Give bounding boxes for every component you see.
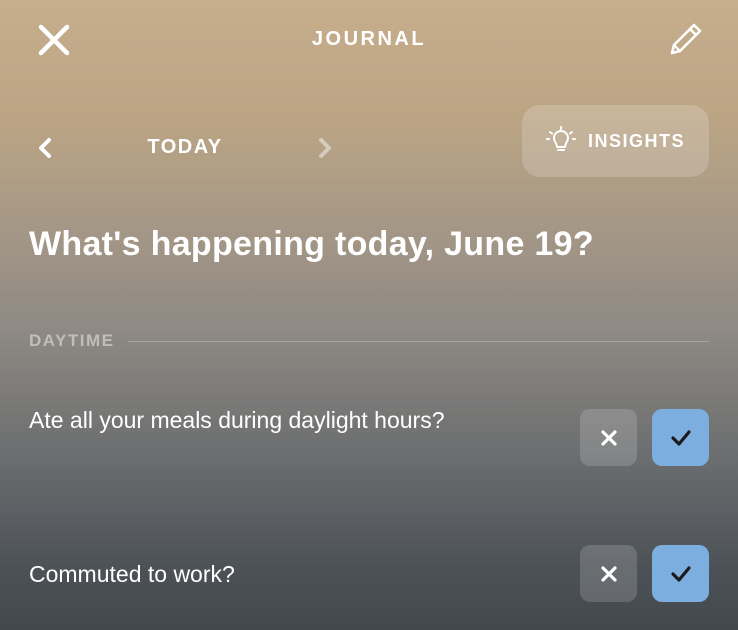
- app-header: JOURNAL: [0, 0, 738, 80]
- edit-button[interactable]: [666, 19, 706, 59]
- question-row: Commuted to work?: [29, 545, 709, 602]
- answer-no-button[interactable]: [580, 545, 637, 602]
- answer-yes-button[interactable]: [652, 545, 709, 602]
- checkmark-icon: [670, 565, 691, 582]
- checkmark-icon: [670, 429, 691, 446]
- current-date-label: TODAY: [147, 136, 223, 158]
- page-header-title: JOURNAL: [311, 28, 427, 50]
- lightbulb-icon: [545, 126, 576, 151]
- question-row: Ate all your meals during daylight hours…: [29, 403, 709, 473]
- answer-yes-button[interactable]: [652, 409, 709, 466]
- x-icon: [600, 565, 617, 582]
- next-day-button[interactable]: [314, 136, 336, 160]
- x-icon: [600, 429, 617, 446]
- insights-label: INSIGHTS: [587, 130, 685, 151]
- section-label: DAYTIME: [29, 331, 115, 350]
- insights-button[interactable]: INSIGHTS: [522, 105, 709, 177]
- chevron-right-icon: [319, 138, 331, 158]
- section-divider: [128, 340, 709, 342]
- question-text: Commuted to work?: [29, 561, 235, 587]
- previous-day-button[interactable]: [34, 136, 56, 160]
- question-text: Ate all your meals during daylight hours…: [29, 407, 445, 433]
- chevron-left-icon: [39, 138, 51, 158]
- section-header-daytime: DAYTIME: [29, 330, 709, 352]
- pencil-icon: [670, 23, 702, 55]
- page-title: What's happening today, June 19?: [29, 225, 594, 263]
- answer-no-button[interactable]: [580, 409, 637, 466]
- date-navigation: TODAY: [30, 120, 350, 174]
